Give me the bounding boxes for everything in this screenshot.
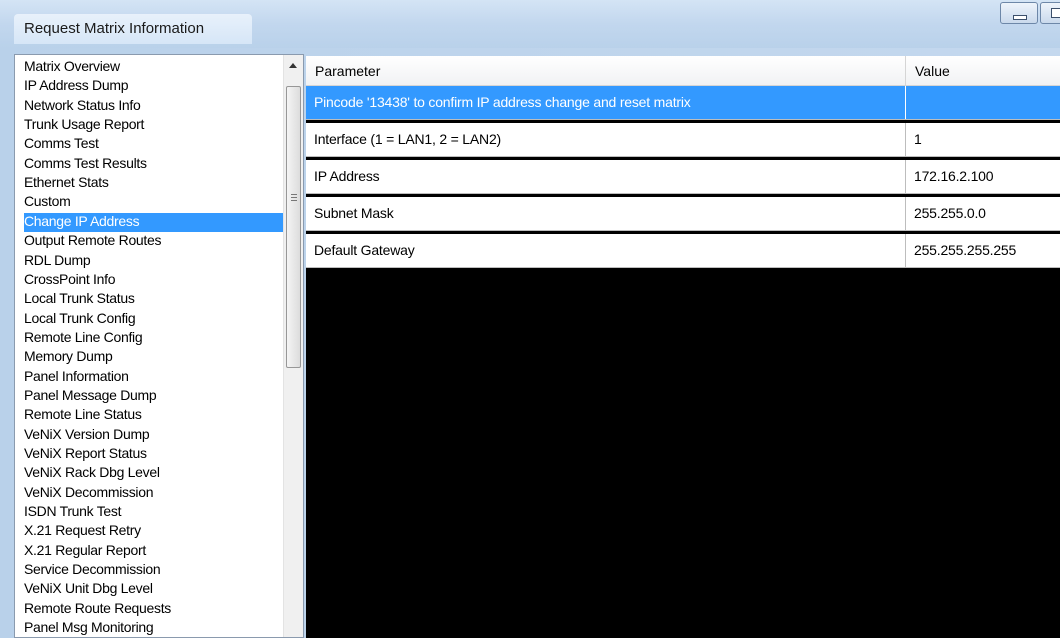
list-item[interactable]: Panel Information [24, 368, 287, 387]
list-item[interactable]: Matrix Overview [24, 58, 287, 77]
table-row[interactable]: Subnet Mask 255.255.0.0 [306, 197, 1060, 231]
table-row[interactable]: Pincode '13438' to confirm IP address ch… [306, 86, 1060, 120]
list-item[interactable]: Panel Msg Monitoring [24, 619, 287, 637]
list-item[interactable]: Remote Line Config [24, 329, 287, 348]
list-item[interactable]: VeNiX Version Dump [24, 426, 287, 445]
list-item[interactable]: VeNiX Unit Dbg Level [24, 580, 287, 599]
window-title: Request Matrix Information [14, 14, 252, 44]
value-cell[interactable]: 255.255.255.255 [905, 234, 1060, 267]
list-item[interactable]: Network Status Info [24, 97, 287, 116]
list-item[interactable]: VeNiX Rack Dbg Level [24, 464, 287, 483]
list-item[interactable]: ISDN Trunk Test [24, 503, 287, 522]
value-cell[interactable]: 172.16.2.100 [905, 160, 1060, 193]
list-item[interactable]: Comms Test Results [24, 155, 287, 174]
list-item[interactable]: Trunk Usage Report [24, 116, 287, 135]
list-item[interactable]: Change IP Address [24, 212, 287, 233]
table-row[interactable]: Interface (1 = LAN1, 2 = LAN2) 1 [306, 123, 1060, 157]
value-cell[interactable]: 1 [905, 123, 1060, 156]
list-item[interactable]: X.21 Request Retry [24, 522, 287, 541]
maximize-button[interactable] [1040, 2, 1060, 24]
list-item[interactable]: CrossPoint Info [24, 271, 287, 290]
table-row[interactable]: Default Gateway 255.255.255.255 [306, 234, 1060, 268]
list-item[interactable]: Local Trunk Status [24, 290, 287, 309]
list-item[interactable]: X.21 Regular Report [24, 542, 287, 561]
grip-line [291, 197, 297, 198]
parameter-cell: Subnet Mask [314, 205, 394, 221]
parameter-cell: Interface (1 = LAN1, 2 = LAN2) [314, 131, 501, 147]
list-item[interactable]: Output Remote Routes [24, 232, 287, 251]
minimize-icon [1013, 15, 1027, 20]
list-scrollbar[interactable] [283, 55, 303, 637]
scroll-up-arrow-icon[interactable] [289, 63, 297, 68]
grip-line [291, 200, 297, 201]
header-parameter[interactable]: Parameter [306, 56, 905, 86]
parameter-cell: IP Address [314, 168, 380, 184]
list-item[interactable]: RDL Dump [24, 252, 287, 271]
list-item[interactable]: VeNiX Decommission [24, 484, 287, 503]
header-value[interactable]: Value [906, 56, 1060, 86]
list-item[interactable]: Local Trunk Config [24, 310, 287, 329]
maximize-icon [1051, 8, 1060, 18]
title-bar: Request Matrix Information [0, 0, 1060, 48]
table-row[interactable]: IP Address 172.16.2.100 [306, 160, 1060, 194]
grid-header: Parameter Value [306, 56, 1060, 86]
list-item[interactable]: Remote Line Status [24, 406, 287, 425]
list-item[interactable]: Remote Route Requests [24, 600, 287, 619]
request-type-list[interactable]: Matrix Overview IP Address Dump Network St… [14, 54, 304, 638]
value-cell[interactable] [905, 86, 1060, 119]
list-item[interactable]: Panel Message Dump [24, 387, 287, 406]
list-item[interactable]: VeNiX Report Status [24, 445, 287, 464]
list-item[interactable]: Comms Test [24, 135, 287, 154]
list-item[interactable]: Memory Dump [24, 348, 287, 367]
list-item[interactable]: IP Address Dump [24, 77, 287, 96]
value-cell[interactable]: 255.255.0.0 [905, 197, 1060, 230]
parameter-cell: Default Gateway [314, 242, 415, 258]
parameter-grid: Parameter Value Pincode '13438' to confi… [306, 56, 1060, 638]
minimize-button[interactable] [1000, 2, 1038, 24]
grip-line [291, 194, 297, 195]
list-item[interactable]: Custom [24, 193, 287, 212]
scroll-thumb[interactable] [286, 86, 301, 368]
list-item[interactable]: Service Decommission [24, 561, 287, 580]
list-item[interactable]: Ethernet Stats [24, 174, 287, 193]
parameter-cell: Pincode '13438' to confirm IP address ch… [314, 94, 691, 110]
